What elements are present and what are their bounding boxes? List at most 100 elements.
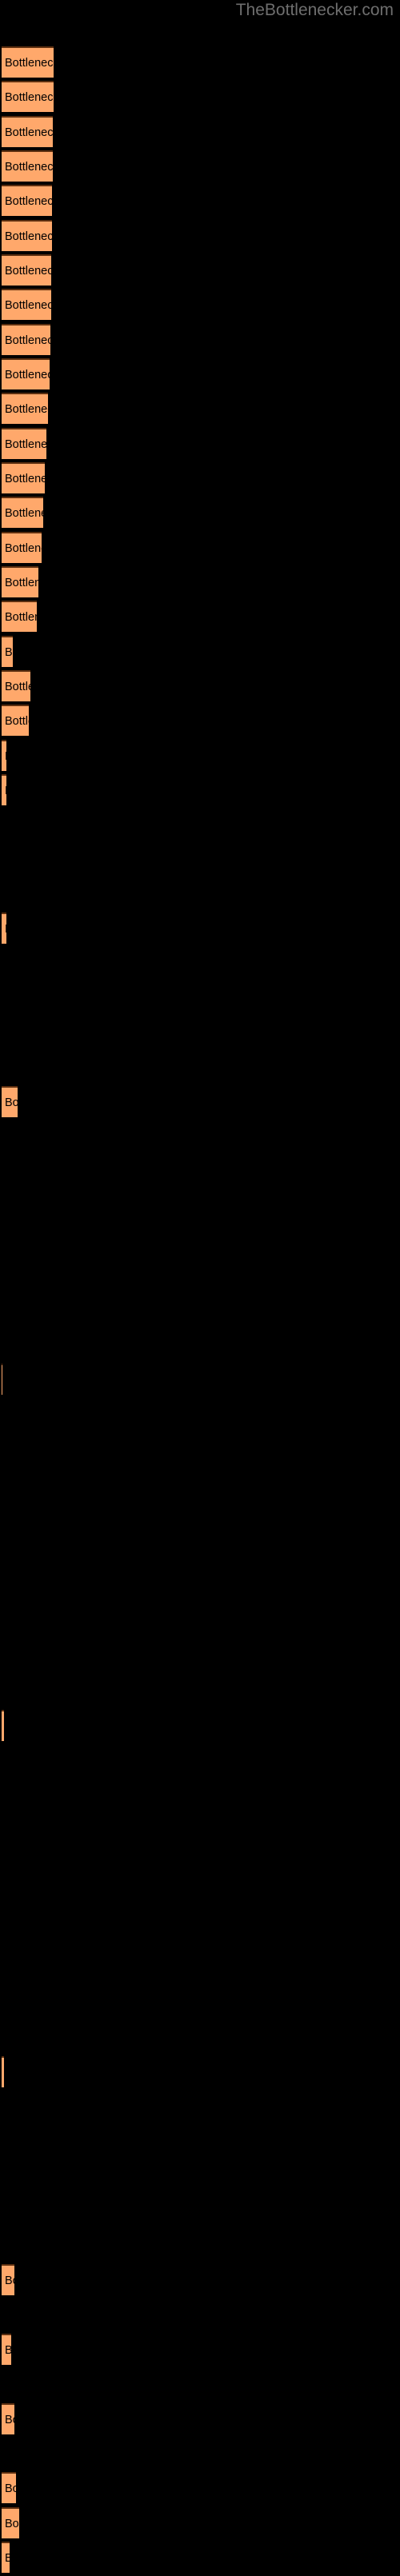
chart-bar[interactable]: Bottleneck result: [2, 740, 6, 771]
bar-row: Bottleneck result: [0, 2056, 400, 2091]
bar-row: Bottleneck result: [0, 705, 400, 739]
chart-bar[interactable]: Bottleneck result: [2, 324, 50, 355]
bar-row: [0, 1918, 400, 1952]
chart-bar[interactable]: Bottleneck result: [2, 358, 50, 389]
bar-row: Bottleneck result: [0, 393, 400, 427]
chart-bar[interactable]: Bottleneck result: [2, 2507, 19, 2538]
bar-label: Bottleneck result: [5, 610, 37, 624]
bar-row: [0, 1848, 400, 1883]
bar-label: Bottleneck result: [5, 160, 53, 174]
chart-bar[interactable]: Bottleneck result: [2, 81, 54, 112]
bar-row: Bottleneck result: [0, 1086, 400, 1120]
bar-label: Bottleneck result: [5, 923, 6, 936]
bottleneck-bar-chart: Bottleneck result Bottleneck result Bottle…: [0, 0, 400, 2573]
bar-row: [0, 982, 400, 1016]
bar-label: Bottleneck result: [5, 333, 50, 347]
bar-row: Bottleneck result: [0, 185, 400, 219]
chart-bar[interactable]: Bottleneck result: [2, 220, 52, 251]
bar-row: Bottleneck result: [0, 2507, 400, 2542]
bar-row: [0, 1744, 400, 1779]
bar-row: [0, 1120, 400, 1155]
bar-row: Bottleneck result: [0, 774, 400, 809]
bar-label: Bottleneck result: [5, 126, 53, 139]
bar-row: [0, 1883, 400, 1918]
chart-bar[interactable]: Bottleneck result: [2, 497, 43, 528]
bar-label: Bottleneck result: [5, 2344, 11, 2357]
chart-bar[interactable]: Bottleneck result: [2, 150, 53, 182]
bar-row: [0, 1779, 400, 1814]
chart-bar[interactable]: Bottleneck result: [2, 2403, 14, 2434]
bar-row: [0, 1952, 400, 1987]
bar-row: [0, 1536, 400, 1571]
bar-row: Bottleneck result: [0, 220, 400, 254]
chart-bar[interactable]: Bottleneck result: [2, 2056, 4, 2087]
chart-bar[interactable]: Bottleneck result: [2, 2264, 14, 2295]
bar-label: Bottleneck result: [5, 90, 54, 104]
bar-row: Bottleneck result: [0, 601, 400, 635]
chart-bar[interactable]: Bottleneck result: [2, 428, 46, 459]
bar-row: [0, 809, 400, 843]
bar-row: [0, 1052, 400, 1086]
bar-label: Bottleneck result: [5, 56, 54, 70]
bar-label: Bottleneck result: [5, 230, 52, 243]
chart-bar[interactable]: Bottleneck result: [2, 185, 52, 216]
bar-row: [0, 2126, 400, 2160]
bar-row: [0, 2195, 400, 2230]
chart-bar[interactable]: Bottleneck result: [2, 393, 48, 424]
bar-label: Bottleneck result: [5, 2552, 10, 2565]
bar-label: Bottleneck result: [5, 298, 51, 312]
bar-row: Bottleneck result: [0, 254, 400, 289]
bar-row: [0, 2438, 400, 2472]
bar-label: Bottleneck result: [5, 2274, 14, 2287]
chart-bar[interactable]: Bottleneck result: [2, 601, 37, 632]
bar-label: Bottleneck result: [5, 785, 6, 797]
bar-row: Bottleneck result: [0, 358, 400, 393]
bar-row: [0, 1016, 400, 1051]
bar-row: [0, 1294, 400, 1328]
chart-bar[interactable]: Bottleneck result: [2, 705, 29, 736]
chart-bar[interactable]: Bottleneck result: [2, 566, 38, 597]
bar-row: [0, 1398, 400, 1432]
bar-row: Bottleneck result: [0, 1364, 400, 1398]
bar-row: Bottleneck result: [0, 913, 400, 947]
bar-row: [0, 1572, 400, 1606]
chart-bar[interactable]: Bottleneck result: [2, 670, 30, 701]
bar-row: Bottleneck result: [0, 497, 400, 531]
bar-label: Bottleneck result: [5, 437, 46, 451]
bar-row: [0, 1606, 400, 1640]
bar-row: Bottleneck result: [0, 566, 400, 601]
bar-row: [0, 1675, 400, 1710]
bar-row: [0, 1640, 400, 1675]
bar-label: Bottleneck result: [5, 680, 30, 693]
bar-row: [0, 1328, 400, 1363]
bar-row: Bottleneck result: [0, 1710, 400, 1744]
bar-label: Bottleneck result: [5, 194, 52, 208]
chart-bar[interactable]: Bottleneck result: [2, 913, 6, 944]
bar-row: [0, 1987, 400, 2022]
bar-row: [0, 844, 400, 878]
bar-row: [0, 1432, 400, 1467]
chart-bar[interactable]: Bottleneck result: [2, 1086, 18, 1117]
bar-row: [0, 1190, 400, 1224]
chart-bar[interactable]: Bottleneck result: [2, 46, 54, 78]
bar-label: Bottleneck result: [5, 645, 13, 659]
bar-row: Bottleneck result: [0, 81, 400, 115]
chart-bar[interactable]: Bottleneck result: [2, 2472, 16, 2503]
bar-row: Bottleneck result: [0, 462, 400, 497]
bar-row: Bottleneck result: [0, 324, 400, 358]
bar-label: Bottleneck result: [5, 506, 43, 520]
chart-bar[interactable]: Bottleneck result: [2, 254, 51, 286]
bar-row: [0, 948, 400, 982]
chart-bar[interactable]: Bottleneck result: [2, 2334, 11, 2365]
chart-bar[interactable]: Bottleneck result: [2, 116, 53, 147]
chart-bar[interactable]: Bottleneck result: [2, 636, 13, 667]
bar-row: [0, 2022, 400, 2056]
chart-bar[interactable]: Bottleneck result: [2, 1710, 4, 1741]
chart-bar[interactable]: Bottleneck result: [2, 462, 45, 493]
bar-row: Bottleneck result: [0, 150, 400, 185]
chart-bar[interactable]: Bottleneck result: [2, 532, 42, 563]
bar-label: Bottleneck result: [5, 1096, 18, 1109]
chart-bar[interactable]: Bottleneck result: [2, 2542, 10, 2573]
chart-bar[interactable]: Bottleneck result: [2, 289, 51, 320]
chart-bar[interactable]: Bottleneck result: [2, 774, 6, 805]
